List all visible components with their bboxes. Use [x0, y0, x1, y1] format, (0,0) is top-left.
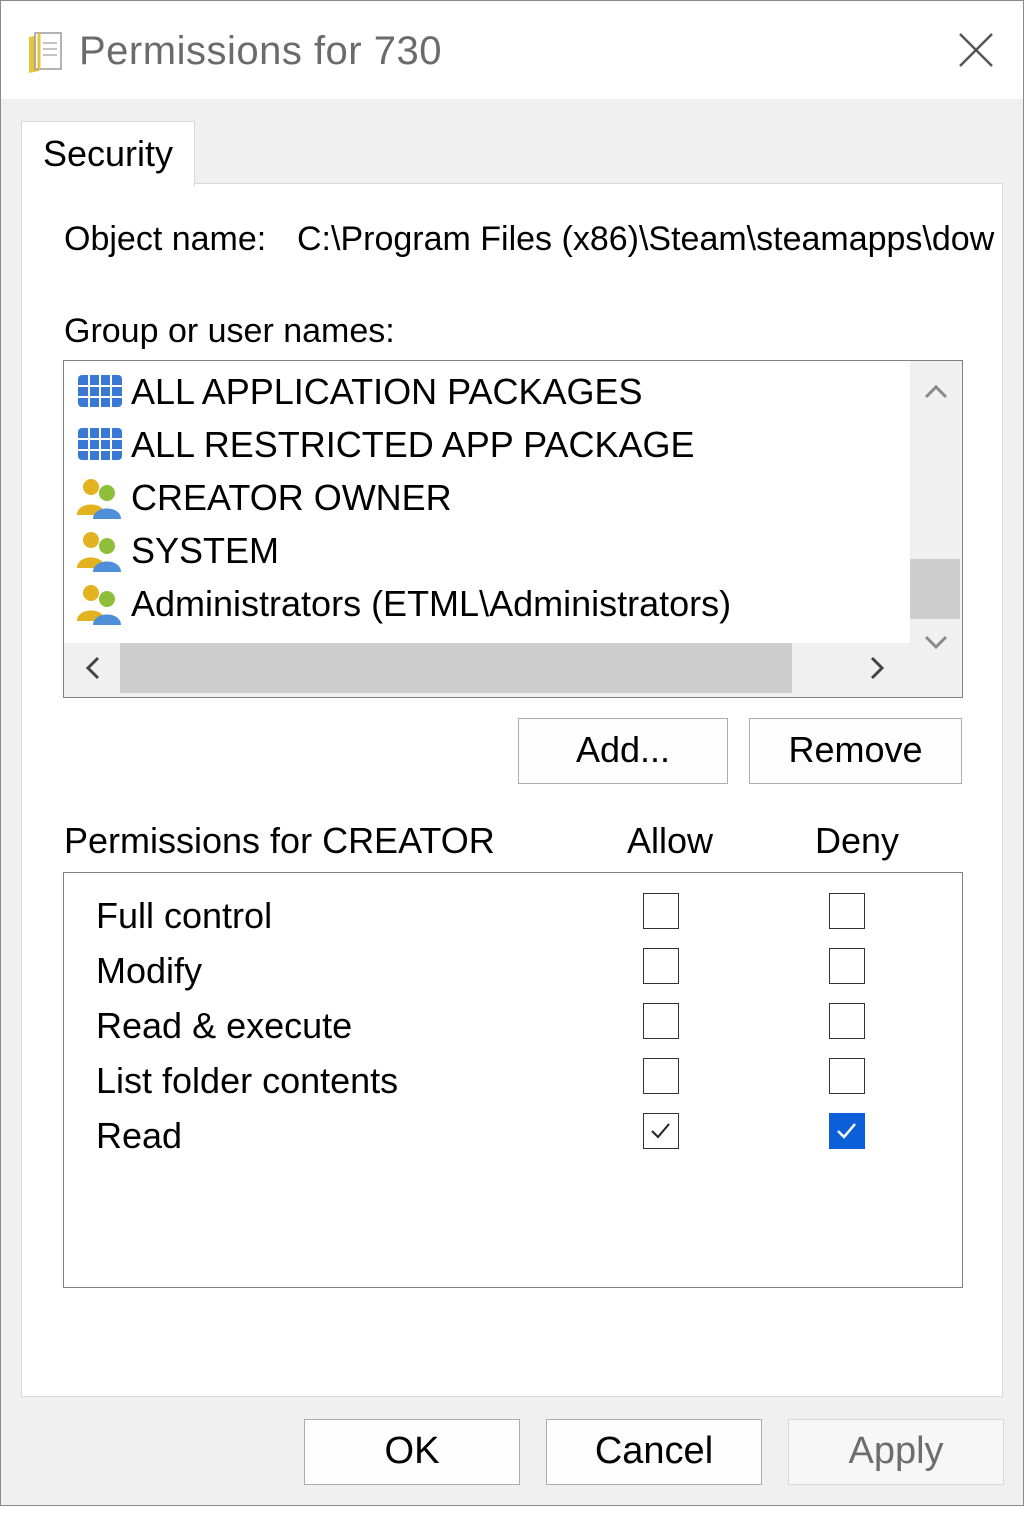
- list-item[interactable]: ALL APPLICATION PACKAGES: [74, 365, 904, 417]
- chevron-down-icon[interactable]: [923, 633, 949, 653]
- permissions-dialog: Permissions for 730 Security Object name…: [0, 0, 1024, 1506]
- vertical-scroll-thumb[interactable]: [910, 559, 960, 619]
- list-item-label: ALL RESTRICTED APP PACKAGE: [131, 424, 695, 465]
- app-packages-icon: [78, 375, 122, 407]
- object-name-label: Object name:: [64, 220, 267, 258]
- allow-column-header: Allow: [627, 820, 714, 861]
- deny-checkbox[interactable]: [829, 1058, 865, 1094]
- deny-checkbox[interactable]: [829, 1113, 865, 1149]
- list-item[interactable]: CREATOR OWNER: [74, 471, 904, 523]
- cancel-button[interactable]: Cancel: [546, 1419, 762, 1485]
- list-item[interactable]: SYSTEM: [74, 524, 904, 576]
- chevron-up-icon[interactable]: [923, 381, 949, 401]
- allow-checkbox[interactable]: [643, 948, 679, 984]
- table-row: Read: [64, 1109, 962, 1163]
- tab-security[interactable]: Security: [21, 121, 195, 186]
- group-list[interactable]: ALL APPLICATION PACKAGES ALL RESTRICTED …: [63, 360, 963, 698]
- table-row: List folder contents: [64, 1054, 962, 1108]
- permission-name: Read & execute: [96, 1005, 353, 1046]
- vertical-scrollbar[interactable]: [910, 361, 962, 697]
- users-icon: [77, 479, 121, 519]
- chevron-right-icon[interactable]: [868, 655, 888, 681]
- checkmark-icon: [651, 1123, 670, 1139]
- list-item-label: SYSTEM: [131, 530, 280, 571]
- window-title: Permissions for 730: [79, 29, 442, 73]
- list-item[interactable]: Administrators (ETML\Administrators): [74, 577, 904, 629]
- permission-name: Read: [96, 1115, 183, 1156]
- deny-column-header: Deny: [815, 820, 900, 861]
- list-item[interactable]: ALL RESTRICTED APP PACKAGE: [74, 418, 904, 470]
- permissions-header: Permissions for CREATOR: [64, 820, 495, 861]
- title-bar: Permissions for 730: [1, 1, 1023, 99]
- permission-name: List folder contents: [96, 1060, 399, 1101]
- permissions-list: Full control Modify Read & execute List …: [63, 872, 963, 1288]
- table-row: Read & execute: [64, 999, 962, 1053]
- list-item-label: ALL APPLICATION PACKAGES: [131, 371, 643, 412]
- tab-label: Security: [43, 133, 174, 174]
- permission-name: Modify: [96, 950, 203, 991]
- deny-checkbox[interactable]: [829, 1003, 865, 1039]
- allow-checkbox[interactable]: [643, 1003, 679, 1039]
- close-icon[interactable]: [951, 25, 1001, 75]
- users-icon: [77, 532, 121, 572]
- allow-checkbox[interactable]: [643, 1113, 679, 1149]
- list-item-label: Administrators (ETML\Administrators): [131, 583, 732, 624]
- add-button[interactable]: Add...: [518, 718, 728, 784]
- security-panel: Object name: C:\Program Files (x86)\Stea…: [21, 183, 1003, 1397]
- app-packages-icon: [78, 428, 122, 460]
- users-icon: [77, 585, 121, 625]
- list-item-label: CREATOR OWNER: [131, 477, 452, 518]
- table-row: Modify: [64, 944, 962, 998]
- checkmark-icon: [837, 1123, 856, 1139]
- document-icon: [29, 32, 62, 73]
- remove-button[interactable]: Remove: [749, 718, 962, 784]
- chevron-left-icon[interactable]: [82, 655, 102, 681]
- group-names-label: Group or user names:: [64, 312, 395, 350]
- allow-checkbox[interactable]: [643, 1058, 679, 1094]
- apply-button[interactable]: Apply: [788, 1419, 1004, 1485]
- deny-checkbox[interactable]: [829, 948, 865, 984]
- ok-button[interactable]: OK: [304, 1419, 520, 1485]
- horizontal-scroll-thumb[interactable]: [120, 643, 792, 693]
- table-row: Full control: [64, 889, 962, 943]
- object-name-value: C:\Program Files (x86)\Steam\steamapps\d…: [297, 220, 995, 258]
- horizontal-scrollbar[interactable]: [64, 643, 910, 697]
- deny-checkbox[interactable]: [829, 893, 865, 929]
- allow-checkbox[interactable]: [643, 893, 679, 929]
- permission-name: Full control: [96, 895, 273, 936]
